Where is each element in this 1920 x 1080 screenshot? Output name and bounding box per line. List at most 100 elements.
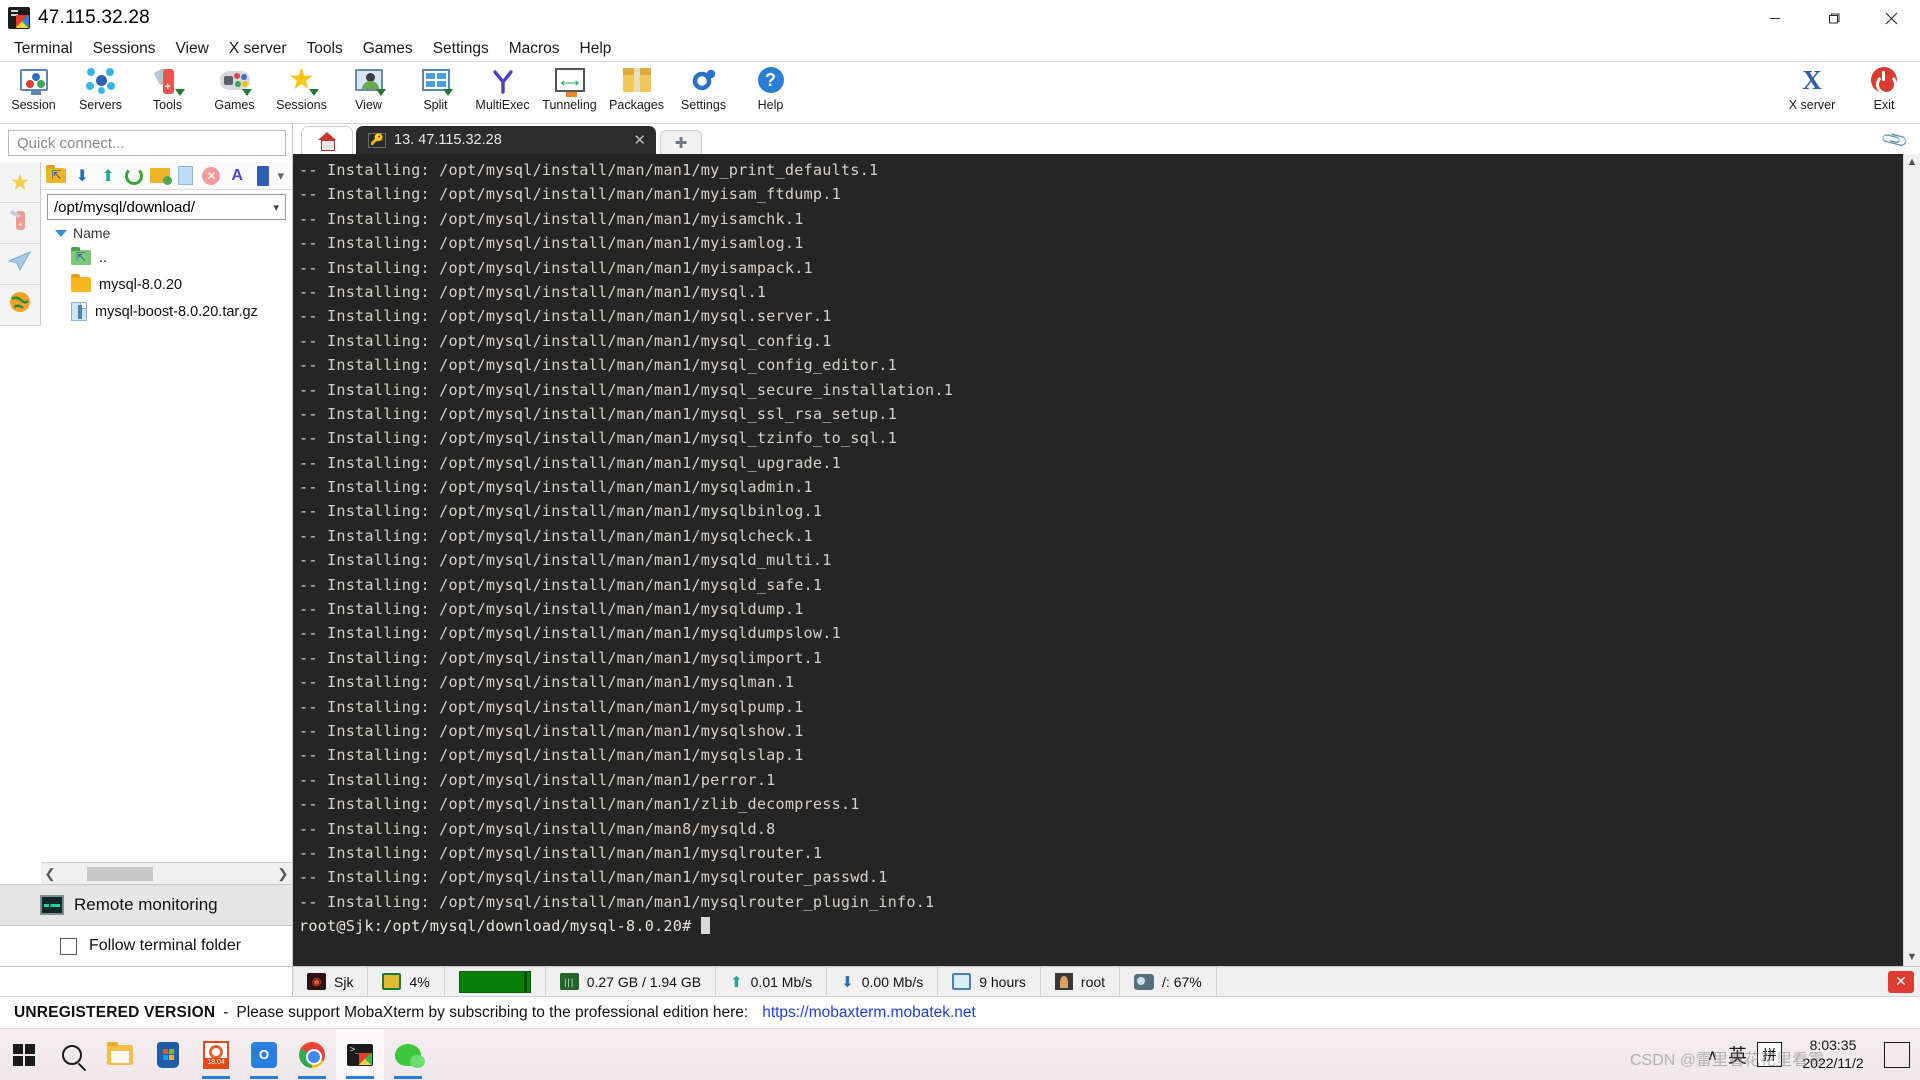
toolbar-packages[interactable]: Packages [603, 64, 670, 122]
toolbar-view[interactable]: View [335, 64, 402, 122]
action-center-icon[interactable] [1884, 1041, 1910, 1068]
toolbar-split[interactable]: Split [402, 64, 469, 122]
scroll-right-icon[interactable]: ❯ [274, 866, 292, 882]
browser-overflow-chevron-icon[interactable]: ▾ [277, 168, 288, 184]
close-button[interactable] [1862, 0, 1920, 36]
list-item[interactable]: mysql-boost-8.0.20.tar.gz [55, 298, 292, 325]
path-chevron-down-icon[interactable]: ▾ [273, 201, 279, 214]
upload-arrow-icon[interactable]: ⬆ [97, 164, 120, 188]
toolbar-session[interactable]: Session [0, 64, 67, 122]
taskbar-wechat[interactable] [384, 1029, 432, 1080]
taskbar-microsoft-store[interactable] [144, 1029, 192, 1080]
taskbar-chrome[interactable] [288, 1029, 336, 1080]
scroll-thumb[interactable] [87, 866, 153, 881]
status-close-button[interactable]: ✕ [1888, 970, 1914, 993]
menu-macros[interactable]: Macros [499, 38, 570, 60]
toolbar-servers[interactable]: Servers [67, 64, 134, 122]
toolbar-help[interactable]: ? Help [737, 64, 804, 122]
menu-tools[interactable]: Tools [297, 38, 353, 60]
ime-mode-indicator[interactable]: 拼 [1757, 1042, 1782, 1067]
path-input[interactable]: /opt/mysql/download/ ▾ [47, 194, 286, 220]
quick-connect-input[interactable]: Quick connect... [8, 130, 286, 156]
toolbar-games[interactable]: Games [201, 64, 268, 122]
status-hostname[interactable]: ◉ Sjk [293, 966, 369, 997]
taskbar-search[interactable] [48, 1029, 96, 1080]
new-file-icon[interactable] [174, 164, 197, 188]
taskbar-ubuntu[interactable]: 18.04 [192, 1029, 240, 1080]
rail-bookmarks[interactable]: ★ [0, 162, 41, 203]
paperclip-icon[interactable]: 📎 [1880, 125, 1910, 155]
usb-icon[interactable] [252, 164, 275, 188]
scroll-up-icon[interactable]: ▲ [1907, 154, 1918, 171]
status-download[interactable]: ⬇ 0.00 Mb/s [827, 966, 939, 997]
parent-folder-icon: ⇱ [71, 247, 91, 265]
follow-terminal-folder-checkbox[interactable] [60, 937, 77, 955]
tab-session-active[interactable]: 🔑 13. 47.115.32.28 ✕ [356, 126, 656, 154]
banner-link[interactable]: https://mobaxterm.mobatek.net [762, 1004, 976, 1022]
tab-home[interactable] [301, 126, 353, 154]
follow-terminal-folder-row[interactable]: Follow terminal folder [0, 926, 292, 966]
file-list-header[interactable]: Name [41, 222, 292, 244]
status-memory-label: 0.27 GB / 1.94 GB [586, 973, 702, 990]
toolbar-settings[interactable]: Settings [670, 64, 737, 122]
new-folder-icon[interactable] [148, 164, 172, 188]
tab-close-icon[interactable]: ✕ [633, 131, 646, 149]
taskbar-file-explorer[interactable] [96, 1029, 144, 1080]
menu-help[interactable]: Help [570, 38, 622, 60]
home-icon [318, 132, 336, 151]
list-item[interactable]: mysql-8.0.20 [55, 271, 292, 298]
toolbar-tunneling[interactable]: ⟷ Tunneling [536, 64, 603, 122]
terminal-line: -- Installing: /opt/mysql/install/man/ma… [299, 600, 804, 619]
taskbar-outlook[interactable]: O [240, 1029, 288, 1080]
terminal-line: -- Installing: /opt/mysql/install/man/ma… [299, 185, 841, 204]
toolbar-x-server[interactable]: X X server [1776, 64, 1848, 122]
menu-x-server[interactable]: X server [219, 38, 297, 60]
menu-terminal[interactable]: Terminal [4, 38, 83, 60]
status-cpu[interactable]: 4% [368, 966, 445, 997]
status-upload[interactable]: ⬆ 0.01 Mb/s [716, 966, 828, 997]
status-disk[interactable]: /: 67% [1120, 966, 1217, 997]
menu-settings[interactable]: Settings [423, 38, 499, 60]
toolbar-multiexec[interactable]: MultiExec [469, 64, 536, 122]
add-tab-button[interactable]: ✚ [660, 130, 702, 154]
maximize-button[interactable] [1804, 0, 1862, 36]
taskbar-clock[interactable]: 8:03:35 2022/11/2 [1792, 1037, 1874, 1072]
start-button[interactable] [0, 1029, 48, 1080]
rail-tools[interactable]: + [0, 203, 41, 244]
status-user[interactable]: root [1041, 966, 1121, 997]
scroll-track[interactable] [59, 866, 274, 881]
delete-x-icon[interactable]: ✕ [200, 164, 223, 188]
terminal-screen[interactable]: -- Installing: /opt/mysql/install/man/ma… [293, 154, 1903, 966]
terminal-line: -- Installing: /opt/mysql/install/man/ma… [299, 380, 954, 399]
scroll-down-icon[interactable]: ▼ [1907, 949, 1918, 966]
taskbar-mobaxterm[interactable] [336, 1028, 384, 1080]
ime-language-indicator[interactable]: 英 [1728, 1041, 1747, 1068]
letter-a-icon[interactable]: A [226, 164, 249, 188]
status-memory[interactable]: ||| 0.27 GB / 1.94 GB [546, 966, 717, 997]
scroll-track-vertical[interactable] [1903, 171, 1920, 949]
horizontal-scrollbar[interactable]: ❮ ❯ [41, 862, 292, 884]
download-arrow-icon[interactable]: ⬇ [71, 164, 94, 188]
rail-sftp[interactable] [0, 244, 41, 285]
folder-up-icon[interactable]: ⇱ [45, 164, 68, 188]
menu-view[interactable]: View [165, 38, 218, 60]
rail-macros[interactable] [0, 285, 41, 326]
menu-games[interactable]: Games [353, 38, 423, 60]
list-item[interactable]: ⇱ .. [55, 244, 292, 271]
terminal-wrap: -- Installing: /opt/mysql/install/man/ma… [293, 154, 1920, 966]
terminal-line: -- Installing: /opt/mysql/install/man/ma… [299, 331, 832, 350]
terminal-line: -- Installing: /opt/mysql/install/man/ma… [299, 526, 813, 545]
terminal-vertical-scrollbar[interactable]: ▲ ▼ [1903, 154, 1920, 966]
toolbar-exit[interactable]: Exit [1848, 64, 1920, 122]
status-memory-gauge[interactable] [445, 966, 546, 997]
tray-chevron-up-icon[interactable]: ∧ [1707, 1046, 1718, 1064]
toolbar-tools[interactable]: Tools [134, 64, 201, 122]
scroll-left-icon[interactable]: ❮ [41, 866, 59, 882]
status-uptime[interactable]: 9 hours [938, 966, 1041, 997]
terminal-line: -- Installing: /opt/mysql/install/man/ma… [299, 478, 813, 497]
minimize-button[interactable] [1746, 0, 1804, 36]
refresh-icon[interactable] [122, 164, 145, 188]
toolbar-sessions[interactable]: ★ Sessions [268, 64, 335, 122]
menu-sessions[interactable]: Sessions [83, 38, 166, 60]
remote-monitoring-button[interactable]: Remote monitoring [0, 884, 292, 926]
